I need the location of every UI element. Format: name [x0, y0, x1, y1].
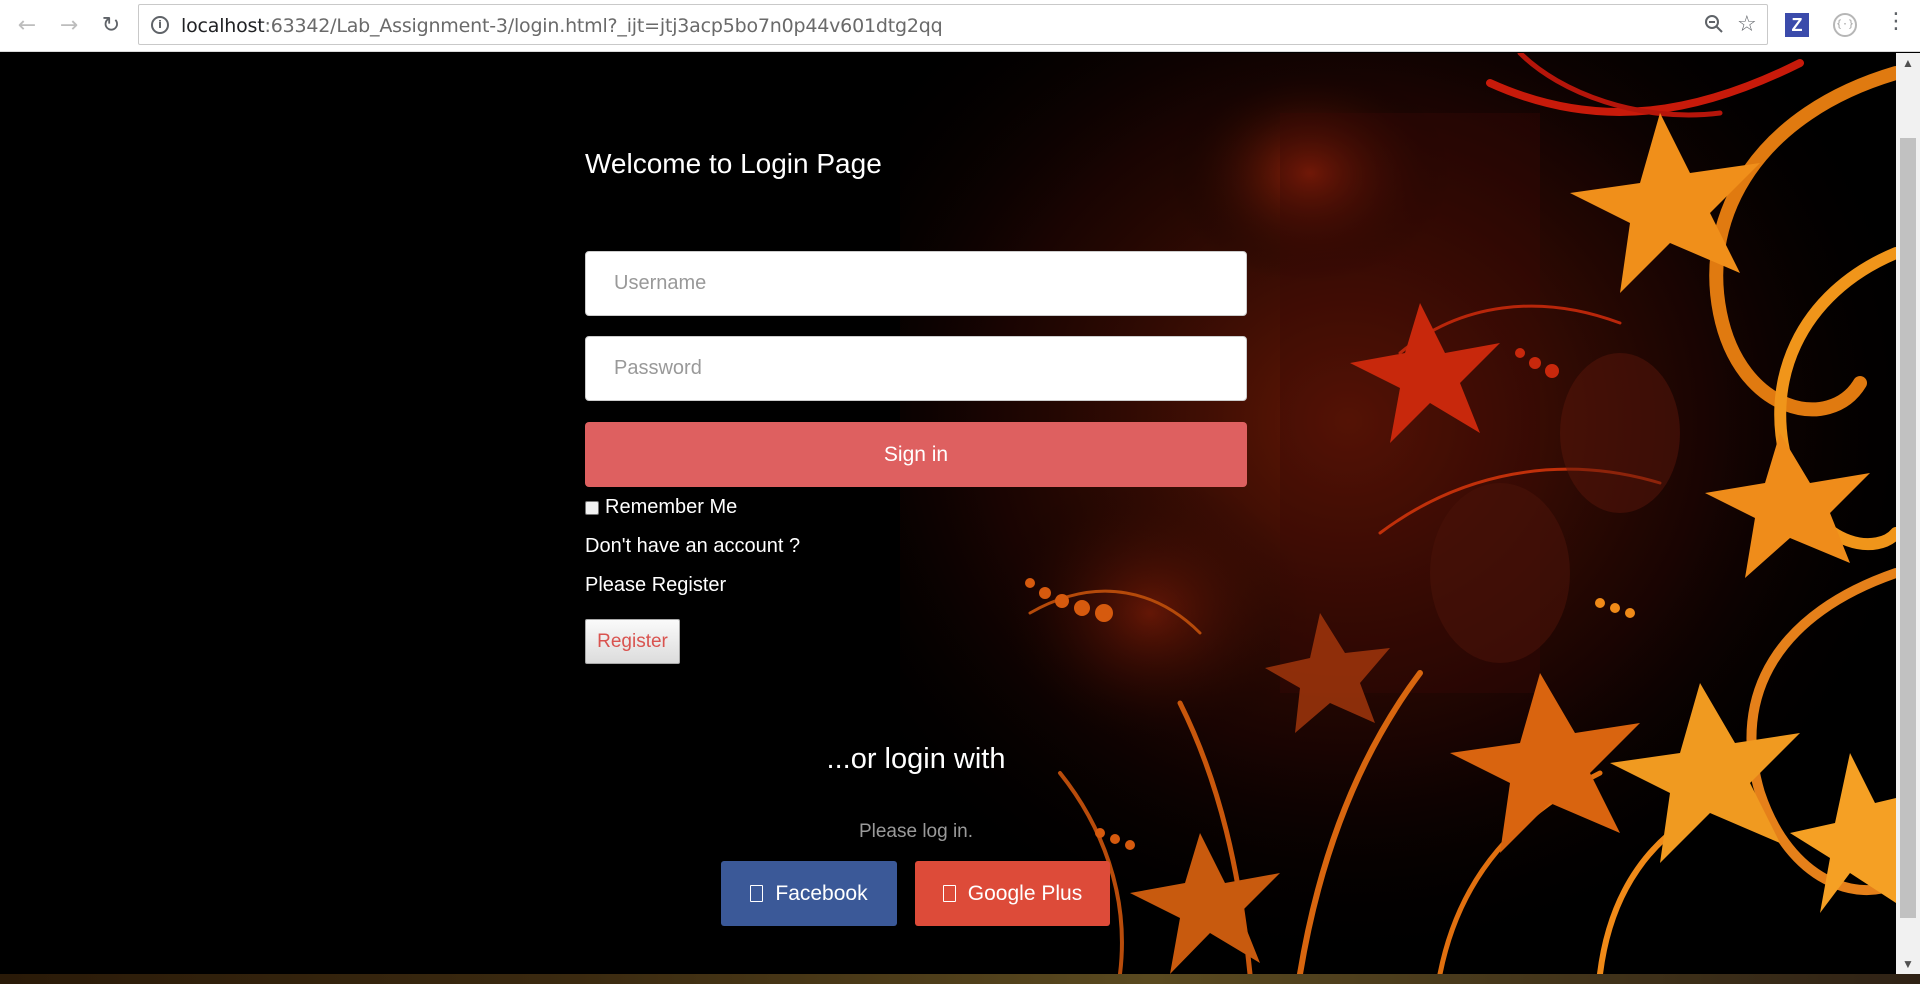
google-plus-label: Google Plus [967, 881, 1083, 905]
signin-button[interactable]: Sign in [585, 422, 1247, 487]
browser-toolbar: ← → ↻ i localhost:63342/Lab_Assignment-3… [0, 0, 1920, 52]
please-login-text: Please log in. [858, 821, 974, 842]
register-button[interactable]: Register [585, 619, 680, 664]
please-register-text: Please Register [585, 574, 727, 596]
back-arrow-icon[interactable]: ← [14, 12, 40, 38]
no-account-text: Don't have an account ? [585, 535, 801, 557]
password-input[interactable] [585, 336, 1247, 401]
bottom-edge [0, 974, 1920, 984]
scroll-down-arrow-icon[interactable]: ▼ [1896, 954, 1920, 974]
google-plus-login-button[interactable]: Google Plus [915, 861, 1110, 926]
or-login-heading: ...or login with [826, 743, 1006, 775]
page-content: Welcome to Login Page Sign in Remember M… [0, 53, 1896, 974]
page-title: Welcome to Login Page [585, 148, 882, 179]
reload-icon[interactable]: ↻ [98, 12, 124, 38]
username-input[interactable] [585, 251, 1247, 316]
remember-me-checkbox[interactable] [585, 500, 599, 515]
extension-code-icon[interactable]: {·} [1833, 13, 1857, 37]
extension-z-icon[interactable]: Z [1785, 13, 1809, 37]
address-bar[interactable]: i localhost:63342/Lab_Assignment-3/login… [138, 4, 1768, 45]
zoom-out-icon[interactable] [1704, 14, 1724, 39]
url-text[interactable]: localhost:63342/Lab_Assignment-3/login.h… [181, 15, 943, 37]
vertical-scrollbar[interactable]: ▲ ▼ [1896, 53, 1920, 974]
remember-me: Remember Me [585, 496, 737, 519]
facebook-login-button[interactable]: Facebook [721, 861, 897, 926]
facebook-icon [750, 885, 764, 902]
google-plus-icon [942, 885, 956, 902]
forward-arrow-icon[interactable]: → [56, 12, 82, 38]
remember-me-label: Remember Me [605, 496, 738, 518]
star-icon[interactable]: ☆ [1737, 12, 1757, 37]
facebook-label: Facebook [775, 881, 868, 905]
info-icon[interactable]: i [151, 16, 169, 34]
scroll-thumb[interactable] [1900, 138, 1916, 918]
scroll-up-arrow-icon[interactable]: ▲ [1896, 53, 1920, 73]
menu-dots-icon[interactable]: ⋮ [1885, 9, 1907, 34]
